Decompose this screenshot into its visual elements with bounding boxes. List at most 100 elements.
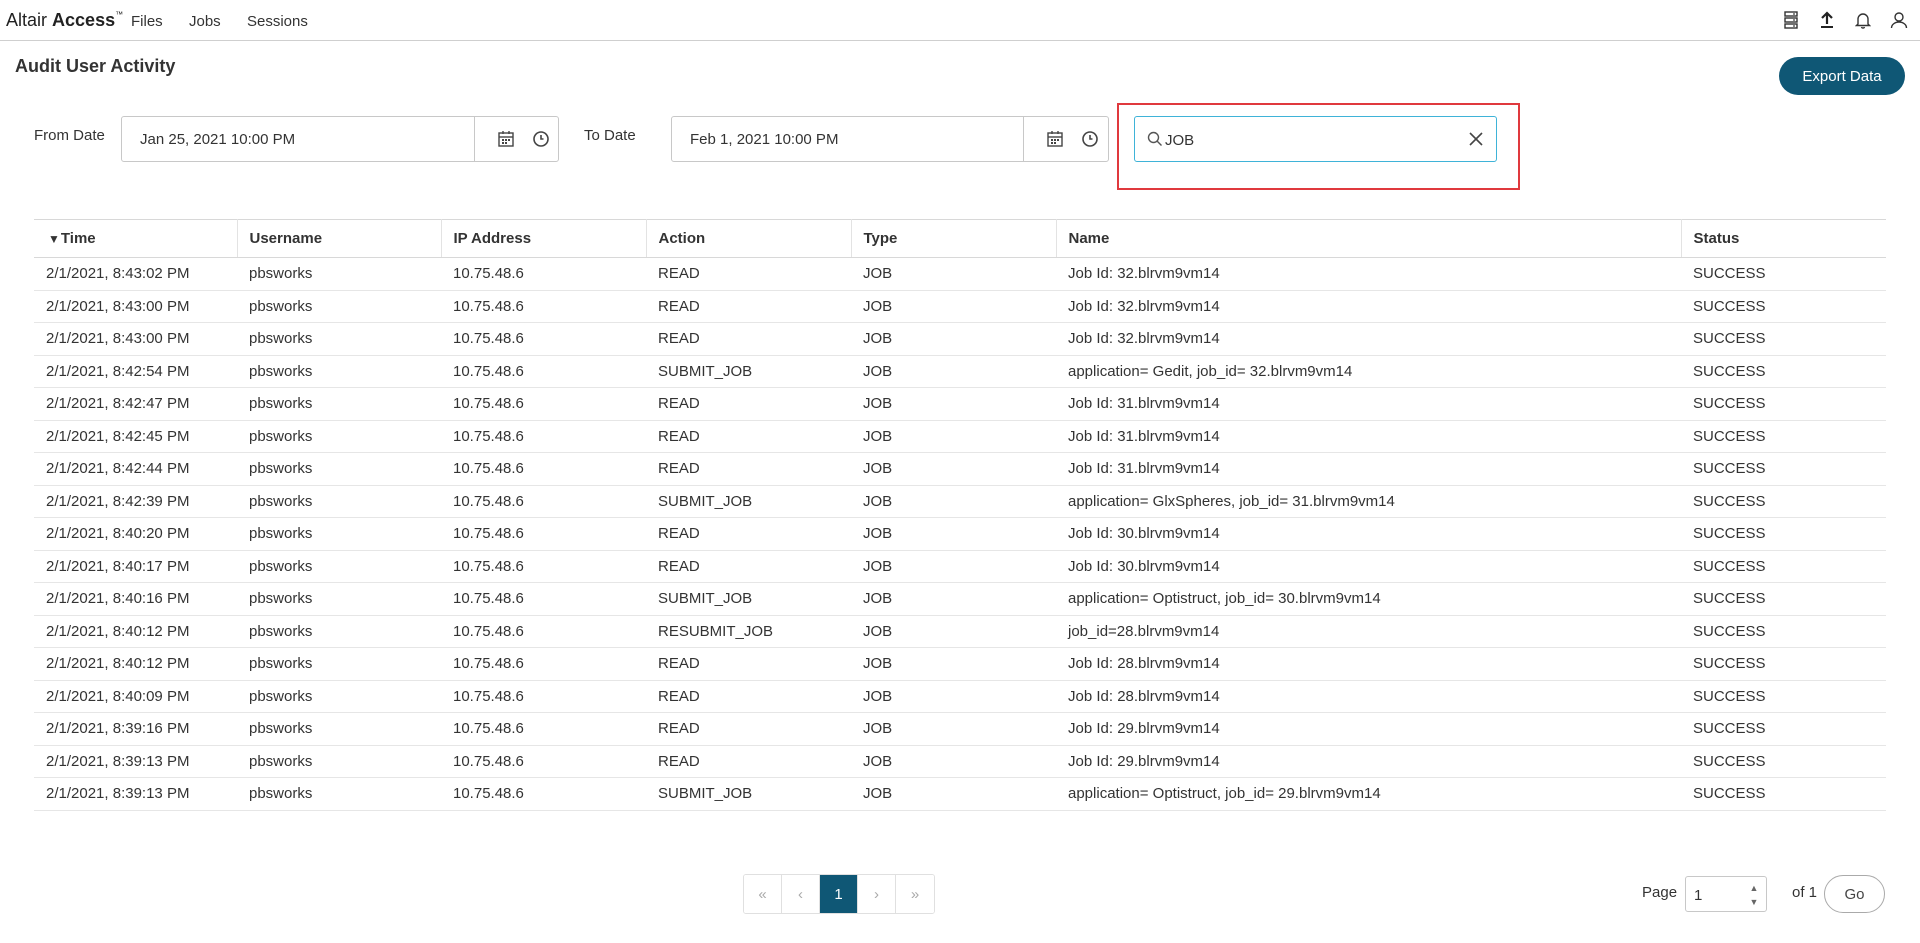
clock-icon[interactable] [1081,130,1099,148]
cell-ip-address: 10.75.48.6 [441,322,646,356]
cell-ip-address: 10.75.48.6 [441,712,646,746]
user-icon[interactable] [1888,9,1910,31]
column-header-type[interactable]: Type [851,219,1057,258]
clock-icon[interactable] [532,130,550,148]
cell-type: JOB [851,355,1056,388]
from-date-picker[interactable]: Jan 25, 2021 10:00 PM [121,116,559,162]
table-row[interactable]: 2/1/2021, 8:42:47 PM pbsworks 10.75.48.6 RE… [34,387,1886,421]
export-data-button[interactable]: Export Data [1779,57,1905,95]
table-row[interactable]: 2/1/2021, 8:40:09 PM pbsworks 10.75.48.6 RE… [34,680,1886,713]
pagination: « ‹ 1 › » [743,874,935,914]
table-row[interactable]: 2/1/2021, 8:39:13 PM pbsworks 10.75.48.6 RE… [34,745,1886,778]
cell-ip-address: 10.75.48.6 [441,680,646,713]
cell-status: SUCCESS [1681,647,1886,681]
close-icon[interactable] [1468,131,1484,147]
cell-username: pbsworks [237,777,441,811]
nav-sessions[interactable]: Sessions [247,13,308,30]
cell-action: READ [646,712,851,746]
cell-name: Job Id: 32.blrvm9vm14 [1056,322,1681,356]
next-page-button[interactable]: › [858,875,896,913]
cell-status: SUCCESS [1681,680,1886,713]
previous-page-button[interactable]: ‹ [782,875,820,913]
chevron-down-icon[interactable]: ▼ [1748,896,1760,908]
brand-logo[interactable]: Altair Access™ [6,10,123,31]
column-header-action[interactable]: Action [646,219,852,258]
calendar-icon[interactable] [1046,130,1064,148]
cell-status: SUCCESS [1681,582,1886,616]
bell-icon[interactable] [1852,9,1874,31]
page-number-stepper[interactable]: ▲ ▼ [1685,876,1767,912]
page-number-input[interactable] [1694,885,1744,905]
cell-username: pbsworks [237,517,441,551]
go-button[interactable]: Go [1824,875,1885,913]
audit-table: ▼Time Username IP Address Action Type Na… [34,219,1886,811]
nav-files[interactable]: Files [131,13,163,30]
cell-ip-address: 10.75.48.6 [441,355,646,388]
table-row[interactable]: 2/1/2021, 8:42:54 PM pbsworks 10.75.48.6 SU… [34,355,1886,388]
cell-time: 2/1/2021, 8:40:17 PM [34,550,237,583]
table-row[interactable]: 2/1/2021, 8:39:13 PM pbsworks 10.75.48.6 SU… [34,777,1886,811]
last-page-button[interactable]: » [896,875,934,913]
table-row[interactable]: 2/1/2021, 8:40:20 PM pbsworks 10.75.48.6 RE… [34,517,1886,551]
column-header-name[interactable]: Name [1056,219,1682,258]
column-header-username[interactable]: Username [237,219,442,258]
cell-ip-address: 10.75.48.6 [441,647,646,681]
first-page-button[interactable]: « [744,875,782,913]
nav-jobs[interactable]: Jobs [189,13,221,30]
table-row[interactable]: 2/1/2021, 8:40:16 PM pbsworks 10.75.48.6 SU… [34,582,1886,616]
cell-time: 2/1/2021, 8:42:45 PM [34,420,237,453]
table-row[interactable]: 2/1/2021, 8:43:00 PM pbsworks 10.75.48.6 RE… [34,322,1886,356]
upload-icon[interactable] [1816,9,1838,31]
cell-type: JOB [851,257,1056,291]
cell-name: application= Optistruct, job_id= 29.blrv… [1056,777,1681,811]
cell-status: SUCCESS [1681,290,1886,323]
cell-name: Job Id: 31.blrvm9vm14 [1056,420,1681,453]
column-header-status[interactable]: Status [1681,219,1886,258]
cell-time: 2/1/2021, 8:40:16 PM [34,582,237,616]
column-header-time[interactable]: ▼Time [34,219,238,258]
cell-time: 2/1/2021, 8:40:09 PM [34,680,237,713]
table-row[interactable]: 2/1/2021, 8:40:12 PM pbsworks 10.75.48.6 RE… [34,647,1886,681]
table-row[interactable]: 2/1/2021, 8:40:12 PM pbsworks 10.75.48.6 RE… [34,615,1886,648]
cell-type: JOB [851,745,1056,778]
cell-username: pbsworks [237,420,441,453]
table-row[interactable]: 2/1/2021, 8:40:17 PM pbsworks 10.75.48.6 RE… [34,550,1886,583]
cell-username: pbsworks [237,355,441,388]
cell-time: 2/1/2021, 8:40:12 PM [34,615,237,648]
table-row[interactable]: 2/1/2021, 8:39:16 PM pbsworks 10.75.48.6 RE… [34,712,1886,746]
cell-action: READ [646,550,851,583]
to-date-picker[interactable]: Feb 1, 2021 10:00 PM [671,116,1109,162]
calendar-icon[interactable] [497,130,515,148]
cell-name: Job Id: 28.blrvm9vm14 [1056,680,1681,713]
table-row[interactable]: 2/1/2021, 8:43:00 PM pbsworks 10.75.48.6 RE… [34,290,1886,323]
from-date-value[interactable]: Jan 25, 2021 10:00 PM [140,131,295,148]
cell-ip-address: 10.75.48.6 [441,550,646,583]
to-date-value[interactable]: Feb 1, 2021 10:00 PM [690,131,838,148]
cell-time: 2/1/2021, 8:39:13 PM [34,745,237,778]
to-date-divider [1023,117,1024,161]
table-row[interactable]: 2/1/2021, 8:42:45 PM pbsworks 10.75.48.6 RE… [34,420,1886,453]
cell-ip-address: 10.75.48.6 [441,745,646,778]
table-body: 2/1/2021, 8:43:02 PM pbsworks 10.75.48.6 RE… [34,257,1886,811]
page-1-button[interactable]: 1 [820,875,858,913]
search-input[interactable] [1165,129,1455,151]
table-row[interactable]: 2/1/2021, 8:42:44 PM pbsworks 10.75.48.6 RE… [34,452,1886,486]
cell-username: pbsworks [237,322,441,356]
table-row[interactable]: 2/1/2021, 8:42:39 PM pbsworks 10.75.48.6 SU… [34,485,1886,518]
chevron-up-icon[interactable]: ▲ [1748,882,1760,894]
cell-name: Job Id: 31.blrvm9vm14 [1056,387,1681,421]
search-field[interactable] [1134,116,1497,162]
table-header-row: ▼Time Username IP Address Action Type Na… [34,219,1886,258]
cell-username: pbsworks [237,452,441,486]
server-icon[interactable] [1780,9,1802,31]
cell-status: SUCCESS [1681,517,1886,551]
cell-ip-address: 10.75.48.6 [441,582,646,616]
search-icon [1147,131,1163,147]
cell-type: JOB [851,322,1056,356]
cell-name: application= Gedit, job_id= 32.blrvm9vm1… [1056,355,1681,388]
cell-time: 2/1/2021, 8:42:39 PM [34,485,237,518]
cell-username: pbsworks [237,485,441,518]
cell-name: Job Id: 30.blrvm9vm14 [1056,517,1681,551]
column-header-ip-address[interactable]: IP Address [441,219,647,258]
table-row[interactable]: 2/1/2021, 8:43:02 PM pbsworks 10.75.48.6 RE… [34,257,1886,291]
